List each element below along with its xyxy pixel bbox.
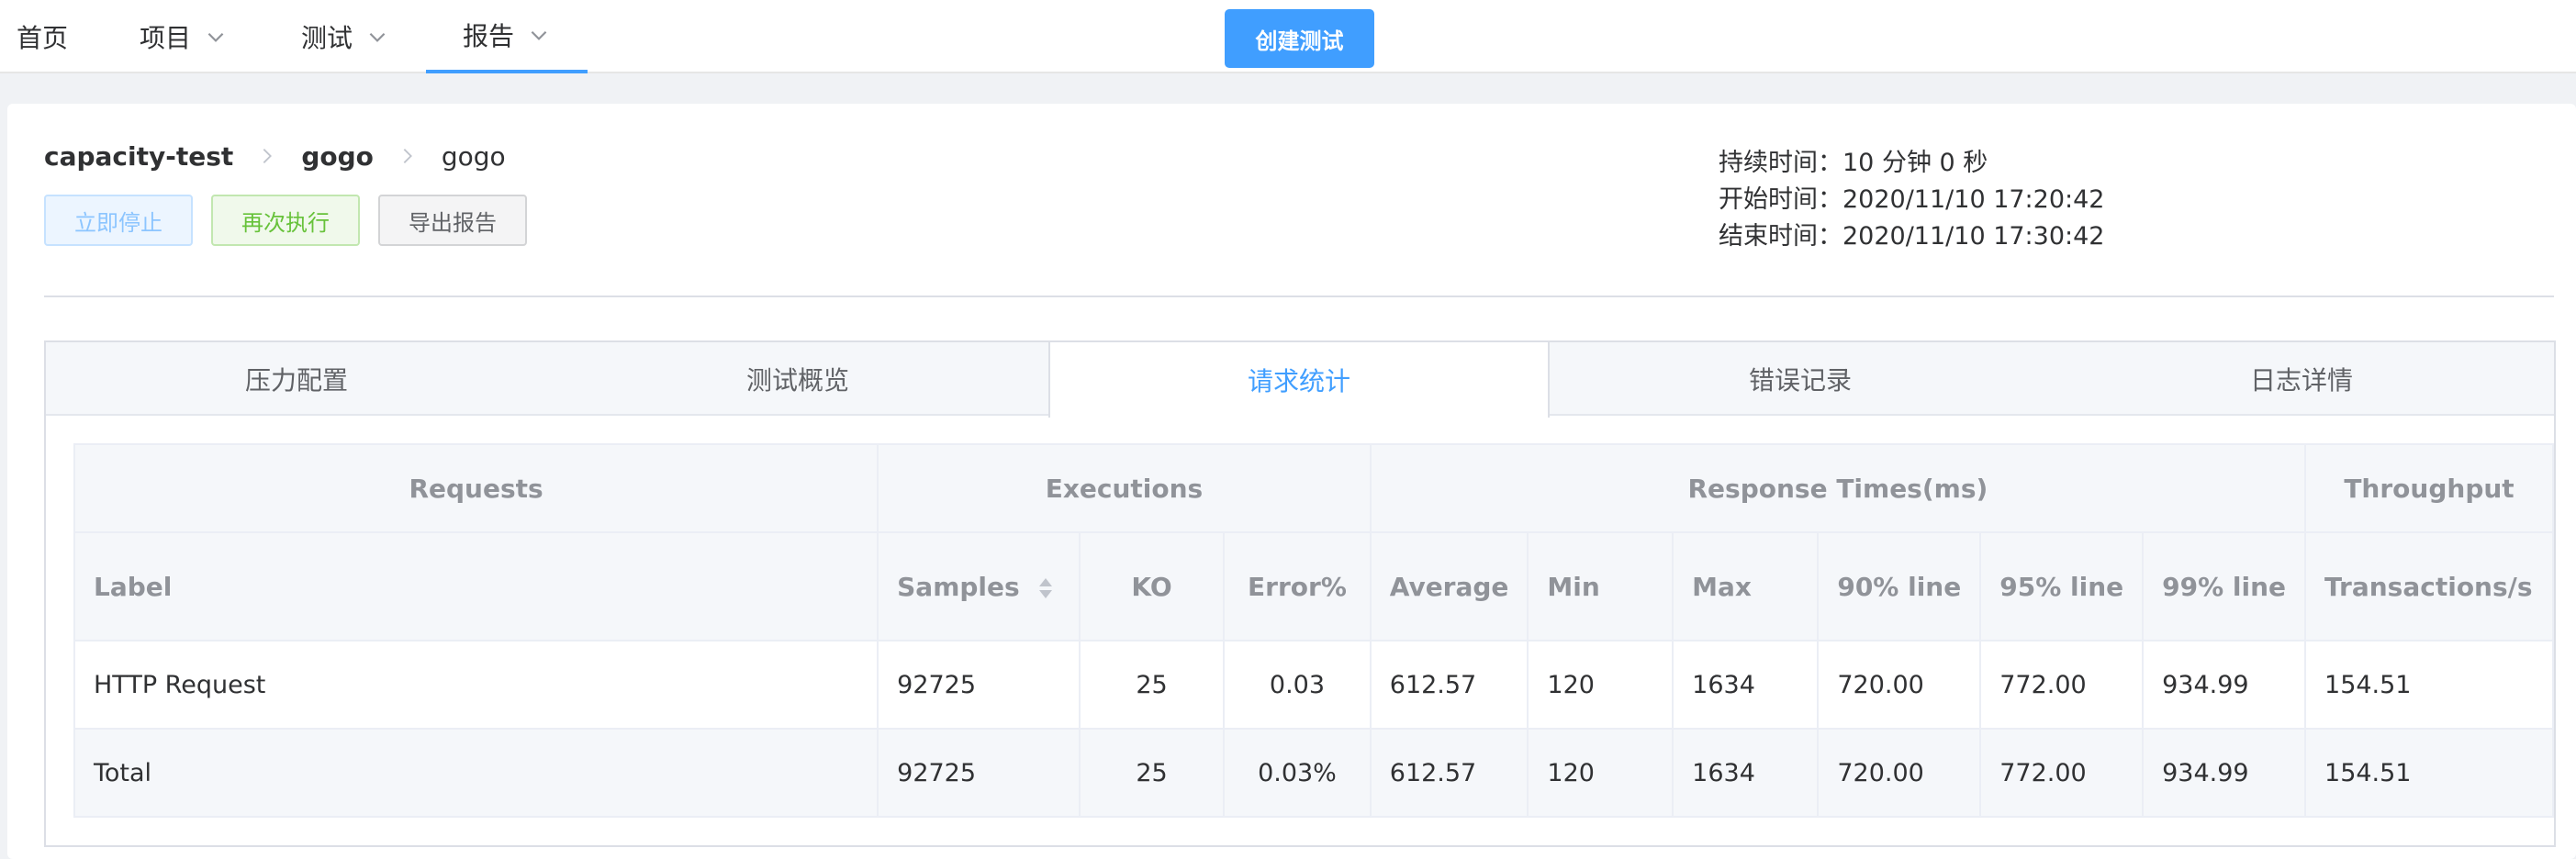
cell-tps: 154.51 — [2304, 640, 2554, 730]
chevron-right-icon — [403, 149, 412, 163]
export-report-button[interactable]: 导出报告 — [378, 195, 527, 246]
breadcrumb-project[interactable]: capacity-test — [44, 141, 233, 172]
chevron-down-icon — [531, 30, 547, 40]
cell-error-pct: 0.03 — [1223, 640, 1372, 730]
table-row-total: Total 92725 25 0.03% 612.57 120 1634 720… — [73, 728, 2554, 818]
nav-item-home[interactable]: 首页 — [15, 0, 70, 73]
nav-item-reports[interactable]: 报告 — [426, 0, 588, 73]
nav-item-tests[interactable]: 测试 — [299, 0, 391, 73]
table-group-header-row: Requests Executions Response Times(ms) T… — [73, 443, 2554, 533]
column-header-90-line: 90% line — [1817, 531, 1982, 641]
cell-tps: 154.51 — [2304, 728, 2554, 818]
breadcrumb: capacity-test gogo gogo — [44, 138, 506, 174]
sort-icon[interactable] — [1037, 575, 1054, 601]
nav-item-label: 测试 — [300, 23, 353, 53]
column-header-95-line: 95% line — [1979, 531, 2145, 641]
cell-99-line: 934.99 — [2142, 728, 2307, 818]
column-header-max: Max — [1672, 531, 1820, 641]
nav-item-projects[interactable]: 项目 — [138, 0, 230, 73]
cell-ko: 25 — [1078, 640, 1226, 730]
cell-90-line: 720.00 — [1817, 728, 1982, 818]
tab-pressure-config[interactable]: 压力配置 — [46, 342, 547, 416]
cell-average: 612.57 — [1369, 640, 1529, 730]
top-nav: 首页 项目 测试 报告 创建测试 — [0, 0, 2576, 73]
group-header-response-times: Response Times(ms) — [1369, 443, 2307, 533]
stop-now-button[interactable]: 立即停止 — [44, 195, 193, 246]
chevron-down-icon — [369, 32, 386, 42]
end-time-text: 结束时间：2020/11/10 17:30:42 — [1719, 221, 2105, 251]
column-header-samples[interactable]: Samples — [877, 531, 1081, 641]
cell-ko: 25 — [1078, 728, 1226, 818]
create-test-button[interactable]: 创建测试 — [1225, 9, 1374, 68]
nav-item-label: 项目 — [139, 23, 191, 53]
table-column-header-row: Label Samples KO Error% Average Min Max … — [73, 531, 2554, 641]
rerun-button[interactable]: 再次执行 — [211, 195, 360, 246]
cell-samples: 92725 — [877, 728, 1081, 818]
cell-95-line: 772.00 — [1979, 728, 2145, 818]
cell-max: 1634 — [1672, 728, 1820, 818]
group-header-throughput: Throughput — [2304, 443, 2554, 533]
column-header-min: Min — [1527, 531, 1674, 641]
column-header-99-line: 99% line — [2142, 531, 2307, 641]
cell-max: 1634 — [1672, 640, 1820, 730]
cell-90-line: 720.00 — [1817, 640, 1982, 730]
group-header-requests: Requests — [73, 443, 879, 533]
column-header-error-pct: Error% — [1223, 531, 1372, 641]
column-header-ko: KO — [1078, 531, 1226, 641]
tab-log-details[interactable]: 日志详情 — [2051, 342, 2552, 416]
column-header-tps: Transactions/s — [2304, 531, 2554, 641]
divider — [44, 296, 2554, 297]
nav-item-label: 首页 — [16, 23, 68, 53]
start-time-text: 开始时间：2020/11/10 17:20:42 — [1719, 184, 2105, 214]
tab-test-overview[interactable]: 测试概览 — [547, 342, 1048, 416]
request-stats-table: Requests Executions Response Times(ms) T… — [73, 443, 2554, 818]
chevron-right-icon — [263, 149, 273, 163]
duration-text: 持续时间：10 分钟 0 秒 — [1719, 148, 1988, 177]
breadcrumb-report: gogo — [441, 140, 506, 172]
report-tabs: 压力配置 测试概览 请求统计 错误记录 日志详情 Requests Execut… — [44, 340, 2556, 847]
cell-min: 120 — [1527, 640, 1674, 730]
tabs-header: 压力配置 测试概览 请求统计 错误记录 日志详情 — [46, 342, 2554, 418]
nav-item-label: 报告 — [462, 21, 514, 51]
cell-99-line: 934.99 — [2142, 640, 2307, 730]
group-header-executions: Executions — [877, 443, 1372, 533]
cell-95-line: 772.00 — [1979, 640, 2145, 730]
cell-min: 120 — [1527, 728, 1674, 818]
column-header-text: Samples — [897, 571, 1020, 602]
table-row: HTTP Request 92725 25 0.03 612.57 120 16… — [73, 640, 2554, 730]
cell-samples: 92725 — [877, 640, 1081, 730]
cell-average: 612.57 — [1369, 728, 1529, 818]
tab-error-records[interactable]: 错误记录 — [1550, 342, 2051, 416]
column-header-average: Average — [1369, 531, 1529, 641]
chevron-down-icon — [207, 32, 224, 42]
column-header-label: Label — [73, 531, 879, 641]
tab-request-stats[interactable]: 请求统计 — [1048, 342, 1550, 418]
cell-label: Total — [73, 728, 879, 818]
cell-label: HTTP Request — [73, 640, 879, 730]
cell-error-pct: 0.03% — [1223, 728, 1372, 818]
breadcrumb-test[interactable]: gogo — [301, 141, 374, 172]
